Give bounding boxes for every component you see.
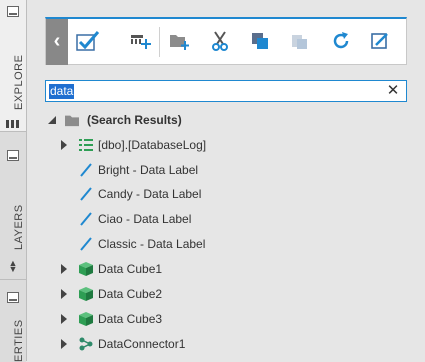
cube-icon (79, 287, 93, 301)
tab-explore-label: EXPLORE (13, 54, 25, 110)
tree-item-label: Candy - Data Label (98, 187, 202, 201)
expand-caret-icon[interactable] (59, 314, 69, 324)
collapse-arrows-icon[interactable]: ▲ ▼ (8, 259, 18, 274)
explore-toolbar: ‹ (45, 17, 407, 65)
folder-icon (65, 115, 79, 127)
expand-caret-icon[interactable] (59, 140, 69, 150)
table-icon (79, 139, 93, 151)
tree-item-label: Ciao - Data Label (98, 212, 192, 226)
cube-icon (79, 262, 93, 276)
tree-root[interactable]: (Search Results) (45, 108, 415, 132)
drag-grip-icon[interactable] (6, 120, 19, 128)
tab-properties-label: ERTIES (13, 319, 25, 362)
toolbar-separator (159, 27, 160, 57)
tree-item-data-cube3[interactable]: Data Cube3 (45, 307, 415, 331)
tree-item-label: Data Cube1 (98, 262, 163, 276)
tree-item-data-cube1[interactable]: Data Cube1 (45, 257, 415, 281)
tree-item-label: DataConnector1 (98, 337, 186, 351)
search-box: data ✕ (45, 80, 407, 102)
tree-item-classic[interactable]: Classic - Data Label (45, 232, 415, 256)
expand-caret-icon[interactable] (59, 339, 69, 349)
tree-root-label: (Search Results) (87, 113, 182, 127)
pin-icon[interactable] (7, 292, 19, 303)
refresh-icon[interactable] (329, 29, 353, 53)
side-tab-strip: EXPLORE LAYERS ▲ ▼ ERTIES (0, 0, 27, 362)
data-label-icon (80, 187, 92, 201)
expand-caret-icon[interactable] (59, 264, 69, 274)
tab-properties[interactable]: ERTIES (0, 279, 26, 362)
tree-item-label: [dbo].[DatabaseLog] (98, 138, 207, 152)
tree-item-data-cube2[interactable]: Data Cube2 (45, 282, 415, 306)
data-label-icon (80, 163, 92, 177)
collapse-caret-icon[interactable] (47, 115, 57, 125)
tree-item-bright[interactable]: Bright - Data Label (45, 158, 415, 182)
paste-icon[interactable] (287, 29, 311, 53)
tab-explore[interactable]: EXPLORE (0, 0, 26, 131)
select-all-checkbox-icon[interactable] (76, 29, 100, 53)
pin-icon[interactable] (7, 6, 19, 17)
pin-icon[interactable] (7, 150, 19, 161)
edit-icon[interactable] (368, 29, 392, 53)
add-folder-icon[interactable] (168, 29, 192, 53)
data-label-icon (80, 212, 92, 226)
add-column-icon[interactable] (129, 29, 153, 53)
tree-item-label: Data Cube2 (98, 287, 163, 301)
connector-icon (79, 337, 93, 351)
copy-icon[interactable] (248, 29, 272, 53)
search-input[interactable] (49, 83, 379, 99)
tree-item-databaselog[interactable]: [dbo].[DatabaseLog] (45, 133, 415, 157)
clear-search-button[interactable]: ✕ (386, 82, 400, 100)
tab-layers-label: LAYERS (13, 204, 25, 250)
back-button[interactable]: ‹ (46, 19, 68, 65)
expand-caret-icon[interactable] (59, 289, 69, 299)
tree-item-label: Data Cube3 (98, 312, 163, 326)
tree-item-label: Bright - Data Label (98, 163, 199, 177)
tab-layers[interactable]: LAYERS ▲ ▼ (0, 131, 26, 279)
tree-item-ciao[interactable]: Ciao - Data Label (45, 207, 415, 231)
tree-item-candy[interactable]: Candy - Data Label (45, 182, 415, 206)
tree-item-label: Classic - Data Label (98, 237, 206, 251)
cube-icon (79, 312, 93, 326)
data-label-icon (80, 237, 92, 251)
tree-item-dataconnector1[interactable]: DataConnector1 (45, 332, 415, 356)
search-selected-text: data (49, 84, 75, 99)
cut-icon[interactable] (208, 29, 232, 53)
